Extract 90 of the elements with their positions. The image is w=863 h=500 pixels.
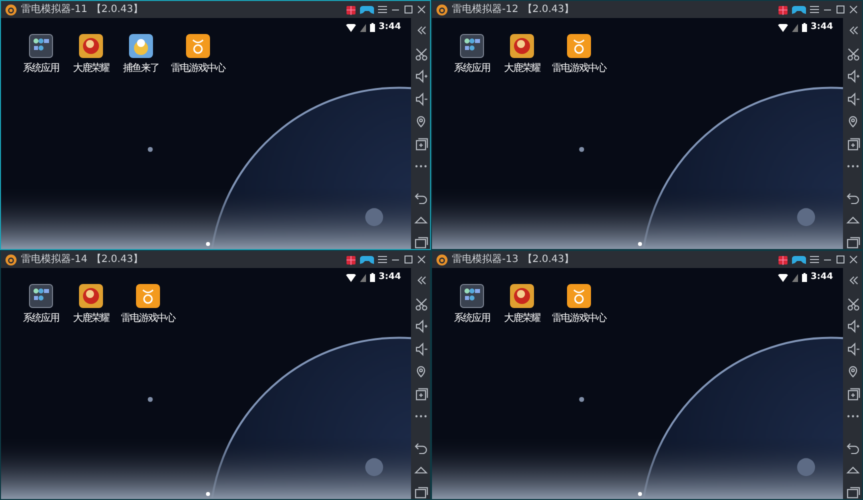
app-logo-icon [5,4,17,16]
version-label: 【2.0.43】 [522,252,574,267]
app-label[interactable]: 大鹿荣耀 [504,311,540,326]
store-app-icon[interactable] [136,284,160,308]
moon [365,208,384,226]
gift-icon[interactable] [778,4,788,14]
app-label[interactable]: 系统应用 [23,61,59,76]
folder-icon[interactable] [460,34,484,58]
battery-icon [802,273,807,282]
wifi-icon [346,24,356,32]
page-indicator-dot [206,242,210,246]
version-label: 【2.0.43】 [522,2,574,17]
app-label[interactable]: 系统应用 [454,61,490,76]
battery-icon [802,23,807,32]
window-title: 雷电模拟器-13 [452,252,518,267]
window-title: 雷电模拟器-14 [21,252,88,267]
game-app-icon[interactable] [79,34,103,58]
scissors-icon[interactable] [412,46,428,61]
battery-icon [370,23,375,32]
folder-icon[interactable] [29,284,53,308]
app-label[interactable]: 系统应用 [23,311,59,326]
recent-apps-icon[interactable] [844,234,860,249]
wifi-icon [778,274,788,282]
game-app-icon[interactable] [510,284,534,308]
wifi-icon [346,274,356,282]
moon [797,208,816,226]
gift-icon[interactable] [346,254,356,264]
battery-icon [370,273,375,282]
signal-icon [360,274,366,282]
page-indicator-dot [206,492,210,496]
app-label[interactable]: 雷电游戏中心 [171,61,225,76]
scissors-icon[interactable] [844,296,860,311]
version-label: 【2.0.43】 [91,252,144,267]
maximize-icon[interactable] [404,255,413,264]
maximize-icon[interactable] [404,5,413,14]
menu-icon[interactable] [810,255,819,264]
maximize-icon[interactable] [836,255,845,264]
app-logo-icon [436,254,448,266]
menu-icon[interactable] [378,255,387,264]
app-logo-icon [5,254,17,266]
close-icon[interactable] [849,255,858,264]
page-indicator-dot [638,242,642,246]
gamepad-icon[interactable] [360,4,374,14]
app-label[interactable]: 雷电游戏中心 [552,311,606,326]
app-label[interactable]: 大鹿荣耀 [73,311,109,326]
app-label[interactable]: 捕鱼来了 [123,61,159,76]
store-app-icon[interactable] [186,34,210,58]
game-app-icon[interactable] [510,34,534,58]
close-icon[interactable] [417,5,426,14]
app-logo-icon [436,4,448,16]
clock-time: 3:44 [810,271,833,284]
store-app-icon[interactable] [567,34,591,58]
gift-icon[interactable] [778,254,788,264]
app-label[interactable]: 雷电游戏中心 [552,61,606,76]
app-label[interactable]: 雷电游戏中心 [121,311,175,326]
signal-icon [360,24,366,32]
wifi-icon [778,24,788,32]
window-title: 雷电模拟器-12 [452,2,518,17]
app-label[interactable]: 大鹿荣耀 [504,61,540,76]
gamepad-icon[interactable] [792,4,806,14]
version-label: 【2.0.43】 [91,2,144,17]
menu-icon[interactable] [810,5,819,14]
gamepad-icon[interactable] [792,254,806,264]
signal-icon [792,274,798,282]
game-app-icon[interactable] [79,284,103,308]
maximize-icon[interactable] [836,5,845,14]
clock-time: 3:44 [810,21,833,34]
clock-time: 3:44 [378,21,401,34]
close-icon[interactable] [417,255,426,264]
folder-icon[interactable] [460,284,484,308]
recent-apps-icon[interactable] [844,484,860,499]
app-label[interactable]: 大鹿荣耀 [73,61,109,76]
clock-time: 3:44 [378,271,401,284]
recent-apps-icon[interactable] [412,234,428,249]
app-label[interactable]: 系统应用 [454,311,490,326]
window-title: 雷电模拟器-11 [21,2,88,17]
recent-apps-icon[interactable] [412,484,428,499]
scissors-icon[interactable] [412,296,428,311]
page-indicator-dot [638,492,642,496]
game-app-icon[interactable] [129,34,153,58]
close-icon[interactable] [849,5,858,14]
folder-icon[interactable] [29,34,53,58]
gamepad-icon[interactable] [360,254,374,264]
store-app-icon[interactable] [567,284,591,308]
gift-icon[interactable] [346,4,356,14]
moon [365,458,384,476]
moon [797,458,816,476]
menu-icon[interactable] [378,5,387,14]
scissors-icon[interactable] [844,46,860,61]
signal-icon [792,24,798,32]
